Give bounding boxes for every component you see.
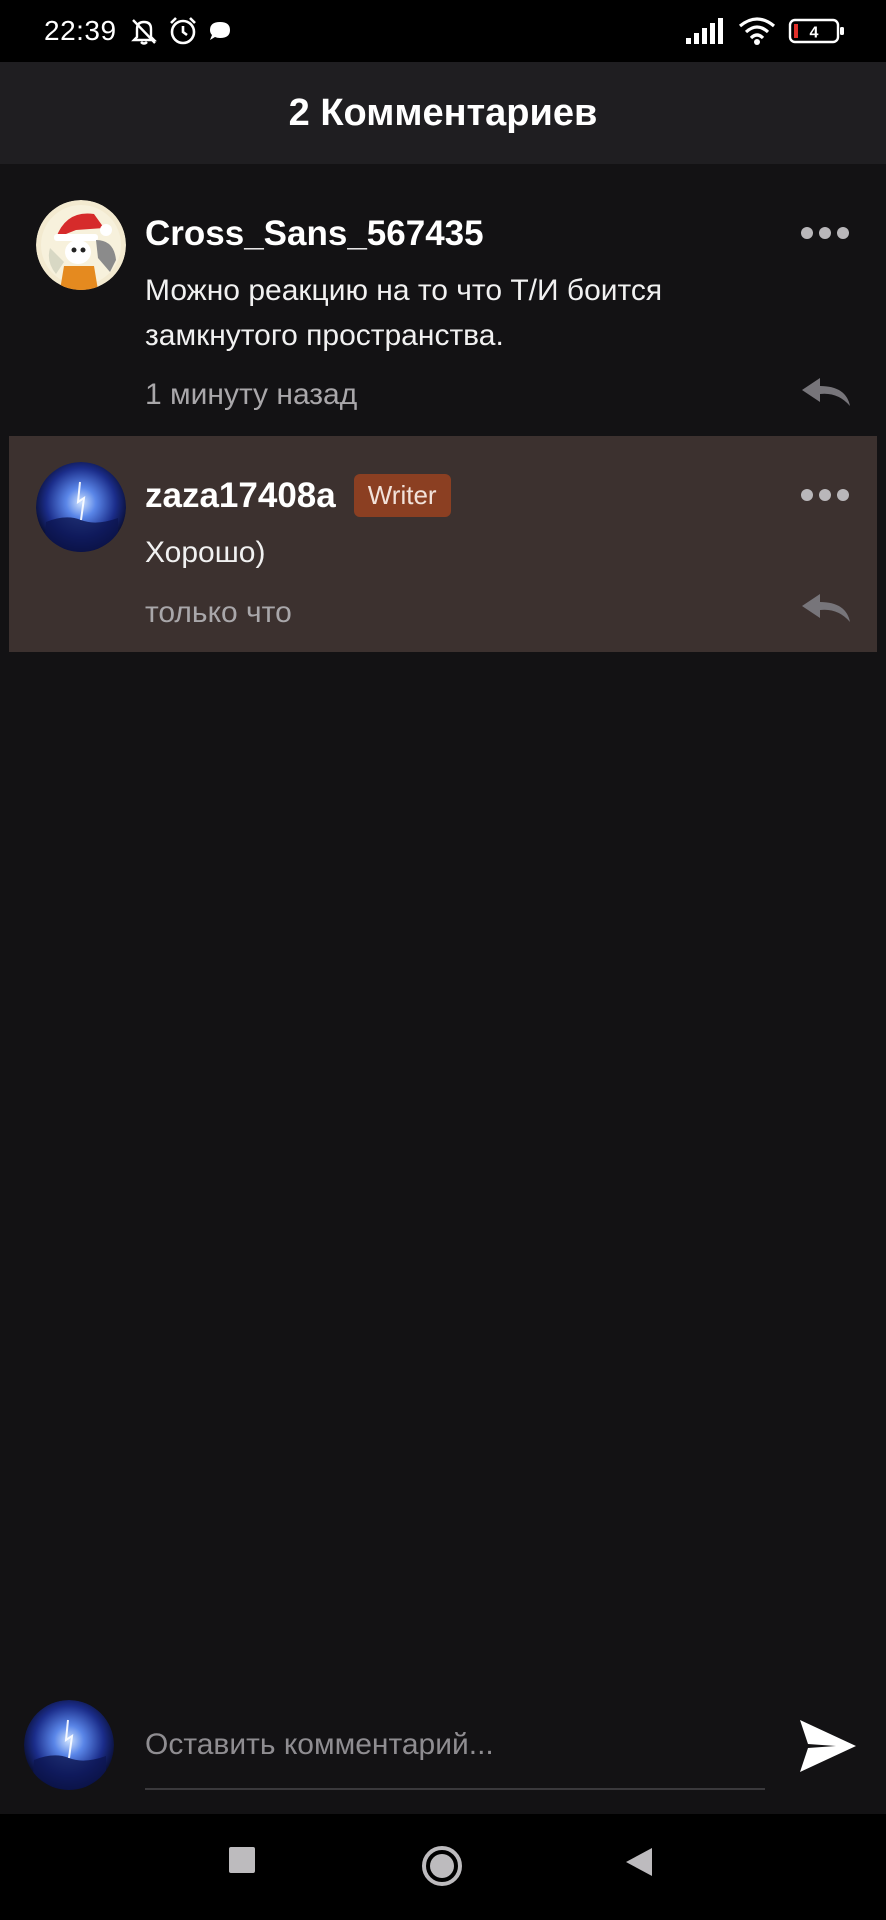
home-button[interactable] (420, 1844, 464, 1893)
back-button[interactable] (624, 1846, 654, 1883)
avatar[interactable] (36, 462, 126, 552)
status-left: 22:39 (44, 15, 233, 47)
more-dot-icon (819, 489, 831, 501)
alarm-icon (167, 15, 199, 47)
signal-icon (686, 18, 726, 44)
reply-arrow-icon (802, 594, 850, 622)
comment-input[interactable] (145, 1720, 765, 1770)
status-right: 4 (686, 17, 846, 45)
comment-timestamp: только что (145, 596, 292, 629)
comment-timestamp: 1 минуту назад (145, 378, 358, 411)
battery-level: 4 (810, 25, 819, 42)
more-options-button[interactable] (795, 480, 855, 510)
comments-header: 2 Комментариев (0, 62, 886, 164)
reply-arrow-icon (802, 378, 850, 406)
comment-item: Cross_Sans_567435 Можно реакцию на то чт… (0, 172, 886, 436)
compose-bar (0, 1680, 886, 1814)
more-dot-icon (801, 489, 813, 501)
comment-text: Хорошо) (145, 536, 266, 569)
status-bar: 22:39 4 (0, 0, 886, 62)
recents-square-icon (229, 1847, 255, 1873)
author-row: Cross_Sans_567435 (145, 214, 484, 254)
system-nav-bar (0, 1814, 886, 1920)
send-button[interactable] (796, 1714, 860, 1778)
bell-off-icon (129, 16, 159, 46)
input-underline (145, 1788, 765, 1790)
reply-button[interactable] (800, 592, 852, 626)
comment-author[interactable]: zaza17408a (145, 476, 336, 516)
avatar[interactable] (36, 200, 126, 290)
app-screen: 22:39 4 2 Комментариев Cross_Sans_567435… (0, 0, 886, 1920)
current-user-avatar (24, 1700, 114, 1790)
author-row: zaza17408a Writer (145, 474, 451, 517)
wifi-icon (738, 17, 776, 45)
more-dot-icon (837, 489, 849, 501)
home-circle-icon (422, 1846, 462, 1886)
more-dot-icon (801, 227, 813, 239)
reply-button[interactable] (800, 376, 852, 410)
writer-badge: Writer (353, 474, 451, 517)
more-dot-icon (819, 227, 831, 239)
page-title: 2 Комментариев (288, 91, 598, 134)
send-icon (800, 1720, 856, 1772)
more-options-button[interactable] (795, 218, 855, 248)
chat-bubble-icon (207, 18, 233, 44)
comment-text: Можно реакцию на то что Т/И боится замкн… (145, 274, 663, 352)
recents-button[interactable] (228, 1846, 256, 1879)
status-time: 22:39 (44, 15, 117, 46)
back-triangle-icon (626, 1848, 652, 1876)
battery-icon: 4 (788, 17, 846, 45)
comment-author[interactable]: Cross_Sans_567435 (145, 214, 484, 254)
comment-item-highlighted: zaza17408a Writer Хорошо) только что (0, 436, 886, 652)
more-dot-icon (837, 227, 849, 239)
